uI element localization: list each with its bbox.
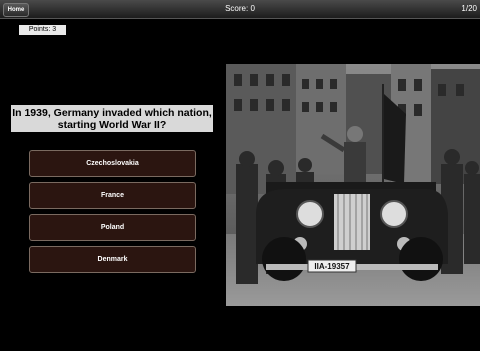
question-photo: IIA-19357	[226, 64, 480, 306]
answer-button-2[interactable]: France	[29, 182, 196, 209]
answer-button-3[interactable]: Poland	[29, 214, 196, 241]
question-progress: 1/20	[461, 4, 477, 13]
question-text: In 1939, Germany invaded which nation, s…	[11, 105, 213, 132]
points-badge: Points: 3	[19, 25, 66, 35]
license-plate: IIA-19357	[314, 262, 350, 271]
answer-button-4[interactable]: Denmark	[29, 246, 196, 273]
score-label: Score: 0	[225, 4, 255, 13]
answer-button-1[interactable]: Czechoslovakia	[29, 150, 196, 177]
top-toolbar: Home Score: 0 1/20	[0, 0, 480, 19]
